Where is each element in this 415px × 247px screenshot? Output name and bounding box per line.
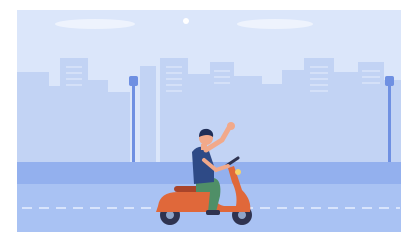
rider-shoe — [206, 210, 220, 215]
scooter-rider-illustration — [17, 10, 401, 232]
illustration-frame — [0, 0, 415, 247]
